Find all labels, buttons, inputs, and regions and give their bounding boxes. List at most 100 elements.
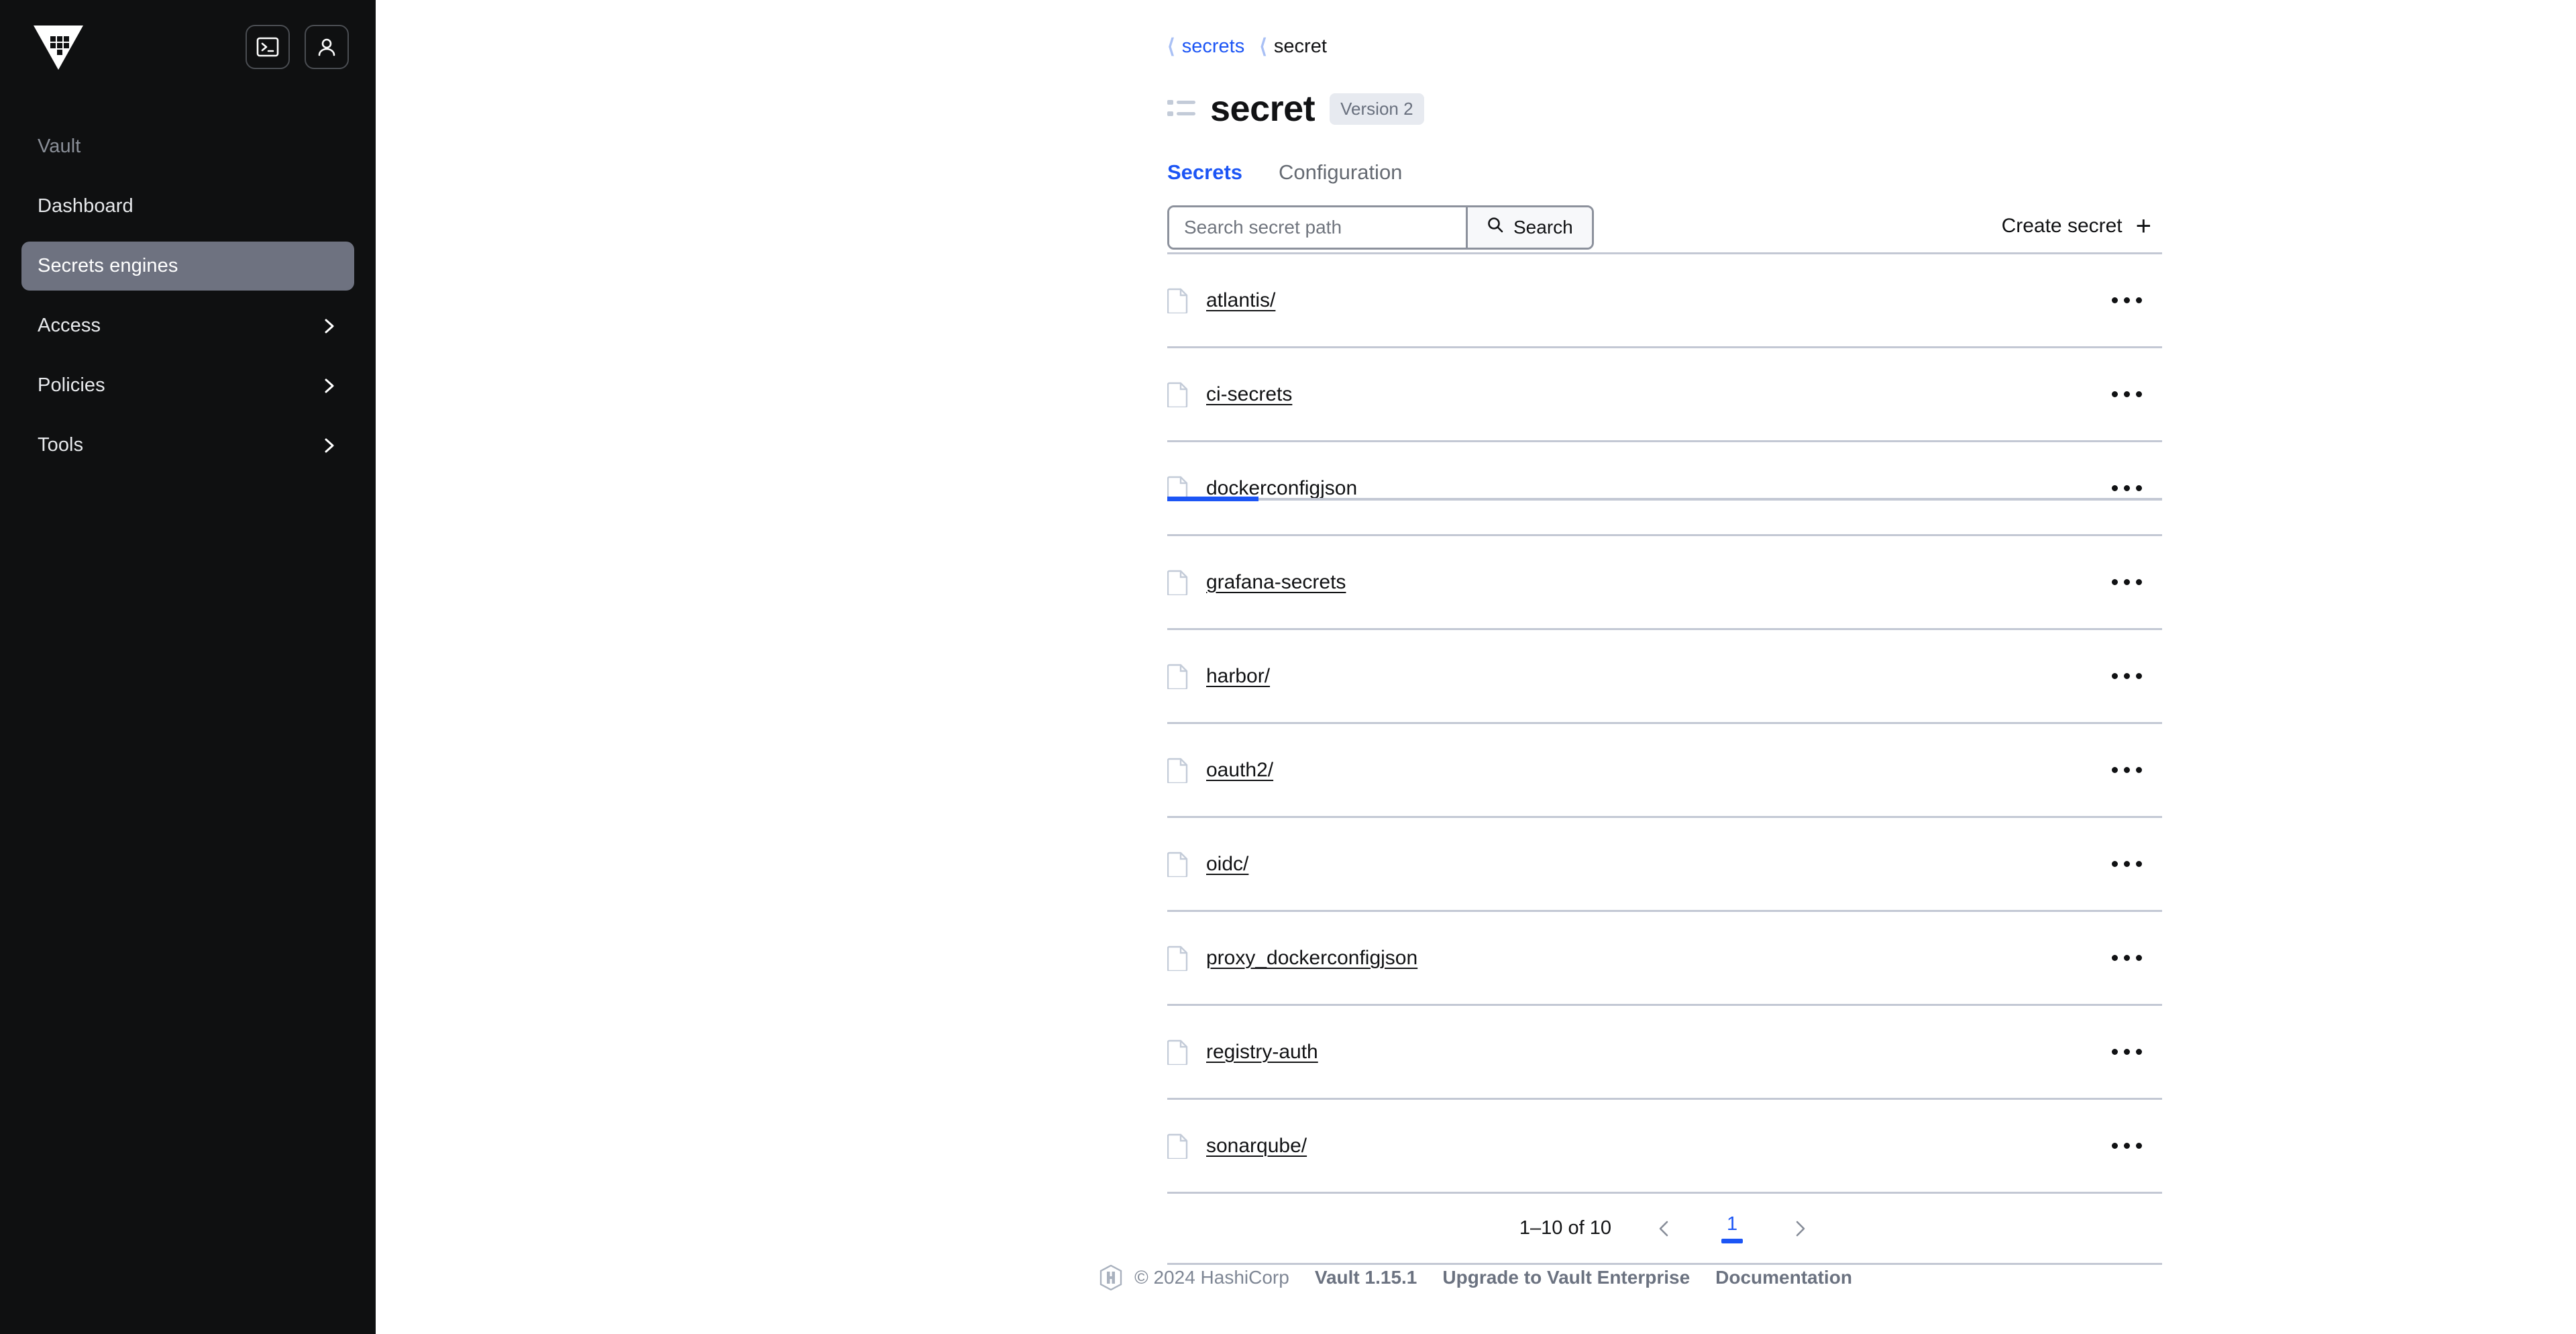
chevron-left-icon: ⟨ [1259, 36, 1267, 58]
sidebar-item-policies[interactable]: Policies [21, 361, 354, 410]
vault-app: Vault Dashboard Secrets engines Access P… [0, 0, 2576, 1334]
row-content: oauth2/ [1167, 758, 1273, 784]
sidebar: Vault Dashboard Secrets engines Access P… [0, 0, 376, 1334]
sidebar-header [0, 0, 376, 74]
search-button-label: Search [1513, 216, 1573, 238]
file-icon [1167, 288, 1189, 314]
secret-link[interactable]: proxy_dockerconfigjson [1206, 947, 1417, 970]
tab-underline-active [1167, 497, 1258, 501]
footer: © 2024 HashiCorp Vault 1.15.1 Upgrade to… [376, 1264, 2576, 1291]
table-row[interactable]: ci-secrets [1167, 348, 2162, 442]
tab-secrets[interactable]: Secrets [1167, 160, 1242, 199]
row-menu-icon[interactable] [2104, 944, 2150, 972]
secret-link[interactable]: harbor/ [1206, 665, 1270, 688]
search-input[interactable] [1169, 207, 1466, 248]
table-row[interactable]: dockerconfigjson [1167, 442, 2162, 536]
table-row[interactable]: grafana-secrets [1167, 536, 2162, 630]
file-icon [1167, 570, 1189, 596]
table-row[interactable]: proxy_dockerconfigjson [1167, 912, 2162, 1006]
sidebar-item-secrets-engines[interactable]: Secrets engines [21, 242, 354, 291]
chevron-right-icon [321, 317, 338, 335]
search-button[interactable]: Search [1466, 207, 1592, 248]
secret-link[interactable]: atlantis/ [1206, 289, 1275, 312]
row-content: atlantis/ [1167, 288, 1275, 314]
sidebar-nav: Vault Dashboard Secrets engines Access P… [0, 126, 376, 470]
table-row[interactable]: oauth2/ [1167, 724, 2162, 818]
create-secret-button[interactable]: Create secret + [2002, 213, 2159, 240]
sidebar-item-label: Dashboard [38, 195, 133, 217]
secret-list: atlantis/ ci-secrets dockerconfigjson gr… [1167, 254, 2162, 1194]
row-content: proxy_dockerconfigjson [1167, 945, 1417, 972]
footer-documentation-link[interactable]: Documentation [1715, 1267, 1852, 1288]
console-icon[interactable] [246, 25, 290, 69]
sidebar-item-dashboard[interactable]: Dashboard [21, 182, 354, 231]
footer-upgrade-link[interactable]: Upgrade to Vault Enterprise [1442, 1267, 1690, 1288]
list-toolbar: Search Create secret + [1167, 199, 2162, 254]
sidebar-top-actions [246, 25, 349, 69]
row-menu-icon[interactable] [2104, 662, 2150, 690]
secret-link[interactable]: oidc/ [1206, 853, 1248, 876]
previous-page-icon[interactable] [1654, 1219, 1674, 1239]
file-icon [1167, 382, 1189, 408]
sidebar-item-label: Access [38, 315, 101, 336]
secret-link[interactable]: grafana-secrets [1206, 571, 1346, 594]
sidebar-section-label: Vault [38, 136, 81, 157]
row-content: grafana-secrets [1167, 570, 1346, 596]
sidebar-item-tools[interactable]: Tools [21, 421, 354, 470]
breadcrumb-current: secret [1273, 36, 1327, 57]
page-number-1[interactable]: 1 [1717, 1213, 1747, 1243]
sidebar-item-access[interactable]: Access [21, 301, 354, 350]
file-icon [1167, 664, 1189, 690]
row-menu-icon[interactable] [2104, 1132, 2150, 1160]
row-menu-icon[interactable] [2104, 1038, 2150, 1066]
row-content: registry-auth [1167, 1039, 1318, 1066]
tab-list: Secrets Configuration [1167, 160, 2576, 199]
hashicorp-logo-icon [1099, 1264, 1122, 1291]
sidebar-item-label: Policies [38, 374, 105, 396]
key-value-list-icon [1167, 97, 1195, 121]
search-icon [1487, 216, 1504, 238]
table-row[interactable]: sonarqube/ [1167, 1100, 2162, 1194]
breadcrumb-link-secrets[interactable]: secrets [1182, 36, 1244, 58]
row-menu-icon[interactable] [2104, 568, 2150, 596]
sidebar-item-label: Secrets engines [38, 255, 178, 276]
secret-link[interactable]: registry-auth [1206, 1041, 1318, 1064]
user-icon[interactable] [305, 25, 349, 69]
file-icon [1167, 1133, 1189, 1160]
page-title: secret [1210, 89, 1316, 129]
table-row[interactable]: registry-auth [1167, 1006, 2162, 1100]
row-menu-icon[interactable] [2104, 756, 2150, 784]
secret-link[interactable]: sonarqube/ [1206, 1135, 1307, 1158]
row-content: sonarqube/ [1167, 1133, 1307, 1160]
table-row[interactable]: harbor/ [1167, 630, 2162, 724]
file-icon [1167, 758, 1189, 784]
next-page-icon[interactable] [1790, 1219, 1810, 1239]
row-menu-icon[interactable] [2104, 287, 2150, 314]
row-menu-icon[interactable] [2104, 380, 2150, 408]
file-icon [1167, 852, 1189, 878]
footer-copyright: © 2024 HashiCorp [1134, 1267, 1289, 1288]
chevron-left-icon: ⟨ [1167, 36, 1175, 58]
plus-icon: + [2135, 211, 2151, 241]
table-row[interactable]: atlantis/ [1167, 254, 2162, 348]
secret-link[interactable]: ci-secrets [1206, 383, 1292, 406]
create-secret-label: Create secret [2001, 214, 2123, 237]
version-badge: Version 2 [1330, 93, 1424, 125]
table-row[interactable]: oidc/ [1167, 818, 2162, 912]
vault-logo[interactable] [32, 23, 85, 71]
secret-link[interactable]: oauth2/ [1206, 759, 1273, 782]
file-icon [1167, 945, 1189, 972]
breadcrumb: ⟨ secrets ⟨ secret [376, 0, 2576, 58]
file-icon [1167, 1039, 1189, 1066]
row-content: oidc/ [1167, 852, 1248, 878]
tab-configuration[interactable]: Configuration [1279, 160, 1402, 199]
row-content: harbor/ [1167, 664, 1270, 690]
row-content: ci-secrets [1167, 382, 1292, 408]
chevron-right-icon [321, 437, 338, 454]
pagination-range: 1–10 of 10 [1519, 1217, 1611, 1239]
footer-version: Vault 1.15.1 [1314, 1267, 1417, 1288]
pagination: 1–10 of 10 1 [1167, 1194, 2162, 1265]
sidebar-item-label: Tools [38, 434, 84, 456]
search-group: Search [1167, 205, 1594, 250]
row-menu-icon[interactable] [2104, 850, 2150, 878]
